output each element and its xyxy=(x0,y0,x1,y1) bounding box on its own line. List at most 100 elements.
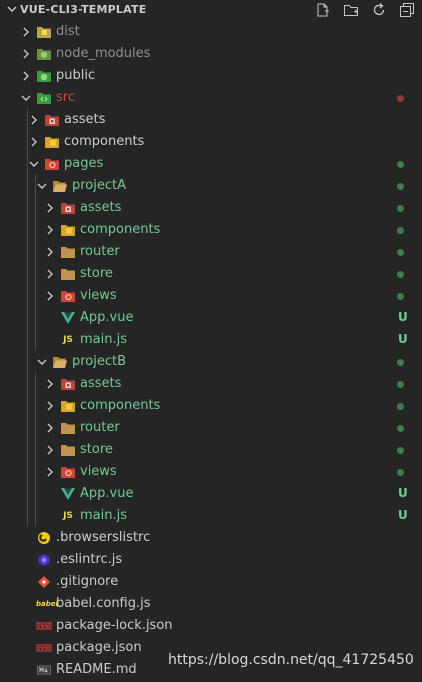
chevron-right-icon[interactable] xyxy=(44,290,56,302)
untracked-badge: U xyxy=(398,486,408,500)
chevron-right-icon[interactable] xyxy=(20,70,32,82)
folder-views-icon xyxy=(60,289,76,303)
modified-dot xyxy=(397,447,404,454)
chevron-right-icon[interactable] xyxy=(20,48,32,60)
chevron-right-icon[interactable] xyxy=(44,466,56,478)
refresh-icon[interactable] xyxy=(371,2,387,18)
folder-row[interactable]: assets xyxy=(0,109,422,131)
folder-row[interactable]: projectB xyxy=(0,351,422,373)
folder-row[interactable]: store xyxy=(0,439,422,461)
new-folder-icon[interactable] xyxy=(343,2,359,18)
folder-row[interactable]: public xyxy=(0,65,422,87)
modified-dot xyxy=(397,205,404,212)
tree-item-label: router xyxy=(80,244,120,259)
tree-item-label: components xyxy=(80,222,161,237)
file-row[interactable]: .browserslistrc xyxy=(0,527,422,549)
folder-row[interactable]: dist xyxy=(0,21,422,43)
tree-item-label: .gitignore xyxy=(56,574,119,589)
chevron-right-icon[interactable] xyxy=(44,268,56,280)
tree-item-label: main.js xyxy=(80,508,127,523)
chevron-right-icon[interactable] xyxy=(44,224,56,236)
folder-row[interactable]: components xyxy=(0,219,422,241)
chevron-down-icon[interactable] xyxy=(28,158,40,170)
file-row[interactable]: JS main.js U xyxy=(0,505,422,527)
tree-item-label: assets xyxy=(64,112,106,127)
folder-row[interactable]: components xyxy=(0,395,422,417)
chevron-down-icon[interactable] xyxy=(36,356,48,368)
chevron-down-icon[interactable] xyxy=(36,180,48,192)
modified-dot xyxy=(397,403,404,410)
modified-dot xyxy=(397,469,404,476)
folder-icon xyxy=(60,443,76,457)
modified-dot xyxy=(397,381,404,388)
collapse-all-icon[interactable] xyxy=(399,2,415,18)
file-row[interactable]: .eslintrc.js xyxy=(0,549,422,571)
tree-item-label: App.vue xyxy=(80,310,134,325)
folder-row[interactable]: views xyxy=(0,461,422,483)
folder-row[interactable]: pages xyxy=(0,153,422,175)
file-row[interactable]: package-lock.json xyxy=(0,615,422,637)
new-file-icon[interactable] xyxy=(314,2,330,18)
folder-open-icon xyxy=(52,179,68,193)
tree-item-label: assets xyxy=(80,200,122,215)
untracked-badge: U xyxy=(398,310,408,324)
folder-row[interactable]: router xyxy=(0,241,422,263)
tree-item-label: components xyxy=(64,134,145,149)
chevron-right-icon[interactable] xyxy=(44,246,56,258)
folder-row[interactable]: assets xyxy=(0,197,422,219)
chevron-right-icon[interactable] xyxy=(44,444,56,456)
untracked-badge: U xyxy=(398,332,408,346)
untracked-badge: U xyxy=(398,508,408,522)
chevron-down-icon[interactable] xyxy=(6,3,18,15)
chevron-right-icon[interactable] xyxy=(20,26,32,38)
browserslist-icon xyxy=(36,531,52,545)
chevron-down-icon[interactable] xyxy=(20,92,32,104)
tree-item-label: pages xyxy=(64,156,104,171)
tree-item-label: projectA xyxy=(72,178,127,193)
folder-icon xyxy=(60,421,76,435)
chevron-right-icon[interactable] xyxy=(44,202,56,214)
folder-row[interactable]: router xyxy=(0,417,422,439)
folder-row[interactable]: src xyxy=(0,87,422,109)
folder-row[interactable]: assets xyxy=(0,373,422,395)
explorer-title: VUE-CLI3-TEMPLATE xyxy=(20,3,147,16)
explorer-header[interactable]: VUE-CLI3-TEMPLATE xyxy=(0,0,422,20)
modified-dot xyxy=(397,227,404,234)
file-row[interactable]: babel babel.config.js xyxy=(0,593,422,615)
folder-components-icon xyxy=(44,135,60,149)
folder-components-icon xyxy=(60,223,76,237)
babel-icon: babel xyxy=(36,600,58,608)
tree-item-label: store xyxy=(80,442,113,457)
tree-item-label: components xyxy=(80,398,161,413)
chevron-right-icon[interactable] xyxy=(44,400,56,412)
folder-src-icon xyxy=(36,91,52,105)
folder-row[interactable]: projectA xyxy=(0,175,422,197)
file-row[interactable]: App.vue U xyxy=(0,307,422,329)
folder-row[interactable]: views xyxy=(0,285,422,307)
modified-dot xyxy=(397,161,404,168)
tree-item-label: package.json xyxy=(56,640,142,655)
git-icon xyxy=(36,575,52,589)
chevron-right-icon[interactable] xyxy=(28,136,40,148)
chevron-right-icon[interactable] xyxy=(44,378,56,390)
tree-item-label: main.js xyxy=(80,332,127,347)
tree-item-label: dist xyxy=(56,24,80,39)
chevron-right-icon[interactable] xyxy=(28,114,40,126)
chevron-right-icon[interactable] xyxy=(44,422,56,434)
tree-item-label: package-lock.json xyxy=(56,618,173,633)
folder-row[interactable]: node_modules xyxy=(0,43,422,65)
folder-icon xyxy=(60,267,76,281)
file-row[interactable]: JS main.js U xyxy=(0,329,422,351)
folder-views-icon xyxy=(60,465,76,479)
tree-item-label: node_modules xyxy=(56,46,151,61)
file-row[interactable]: .gitignore xyxy=(0,571,422,593)
tree-item-label: projectB xyxy=(72,354,127,369)
folder-components-icon xyxy=(60,399,76,413)
modified-dot xyxy=(397,249,404,256)
folder-icon xyxy=(60,245,76,259)
modified-dot xyxy=(397,359,404,366)
folder-row[interactable]: store xyxy=(0,263,422,285)
folder-row[interactable]: components xyxy=(0,131,422,153)
folder-assets-icon xyxy=(44,113,60,127)
file-row[interactable]: App.vue U xyxy=(0,483,422,505)
